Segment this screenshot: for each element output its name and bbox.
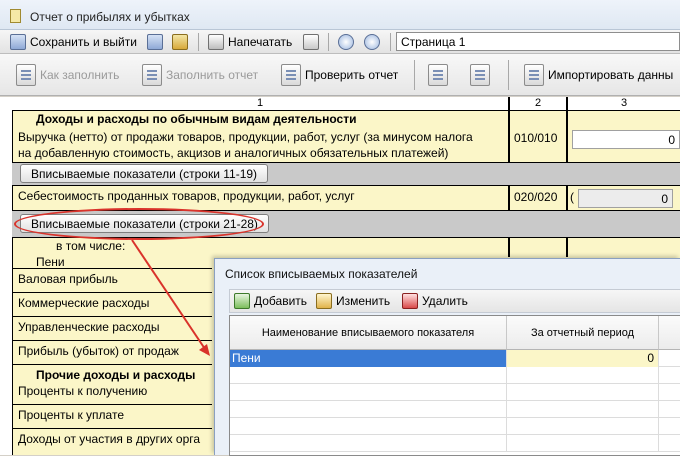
table-row bbox=[230, 384, 680, 401]
edit-button[interactable]: Изменить bbox=[316, 293, 390, 309]
delete-icon bbox=[402, 293, 418, 309]
edit-label: Изменить bbox=[336, 294, 391, 308]
add-label: Добавить bbox=[254, 294, 308, 308]
row-name-cell[interactable]: Пени bbox=[230, 350, 507, 367]
table-row bbox=[230, 435, 680, 452]
indicators-dialog: Список вписываемых показателей Добавить … bbox=[214, 258, 680, 456]
delete-label: Удалить bbox=[422, 294, 468, 308]
edit-icon bbox=[316, 293, 332, 309]
table-row bbox=[230, 418, 680, 435]
column-header-extra bbox=[659, 316, 680, 350]
row-value-cell[interactable]: 0 bbox=[507, 350, 659, 367]
indicators-table: Наименование вписываемого показателя За … bbox=[229, 315, 680, 456]
column-header-name[interactable]: Наименование вписываемого показателя bbox=[230, 316, 507, 350]
column-header-period[interactable]: За отчетный период bbox=[507, 316, 659, 350]
add-icon bbox=[234, 293, 250, 309]
dialog-toolbar: Добавить Изменить Удалить bbox=[229, 289, 680, 313]
table-row[interactable]: Пени 0 bbox=[230, 350, 680, 367]
table-row bbox=[230, 401, 680, 418]
add-button[interactable]: Добавить bbox=[234, 293, 307, 309]
delete-button[interactable]: Удалить bbox=[402, 293, 468, 309]
table-row bbox=[230, 367, 680, 384]
dialog-title: Список вписываемых показателей bbox=[225, 267, 418, 281]
